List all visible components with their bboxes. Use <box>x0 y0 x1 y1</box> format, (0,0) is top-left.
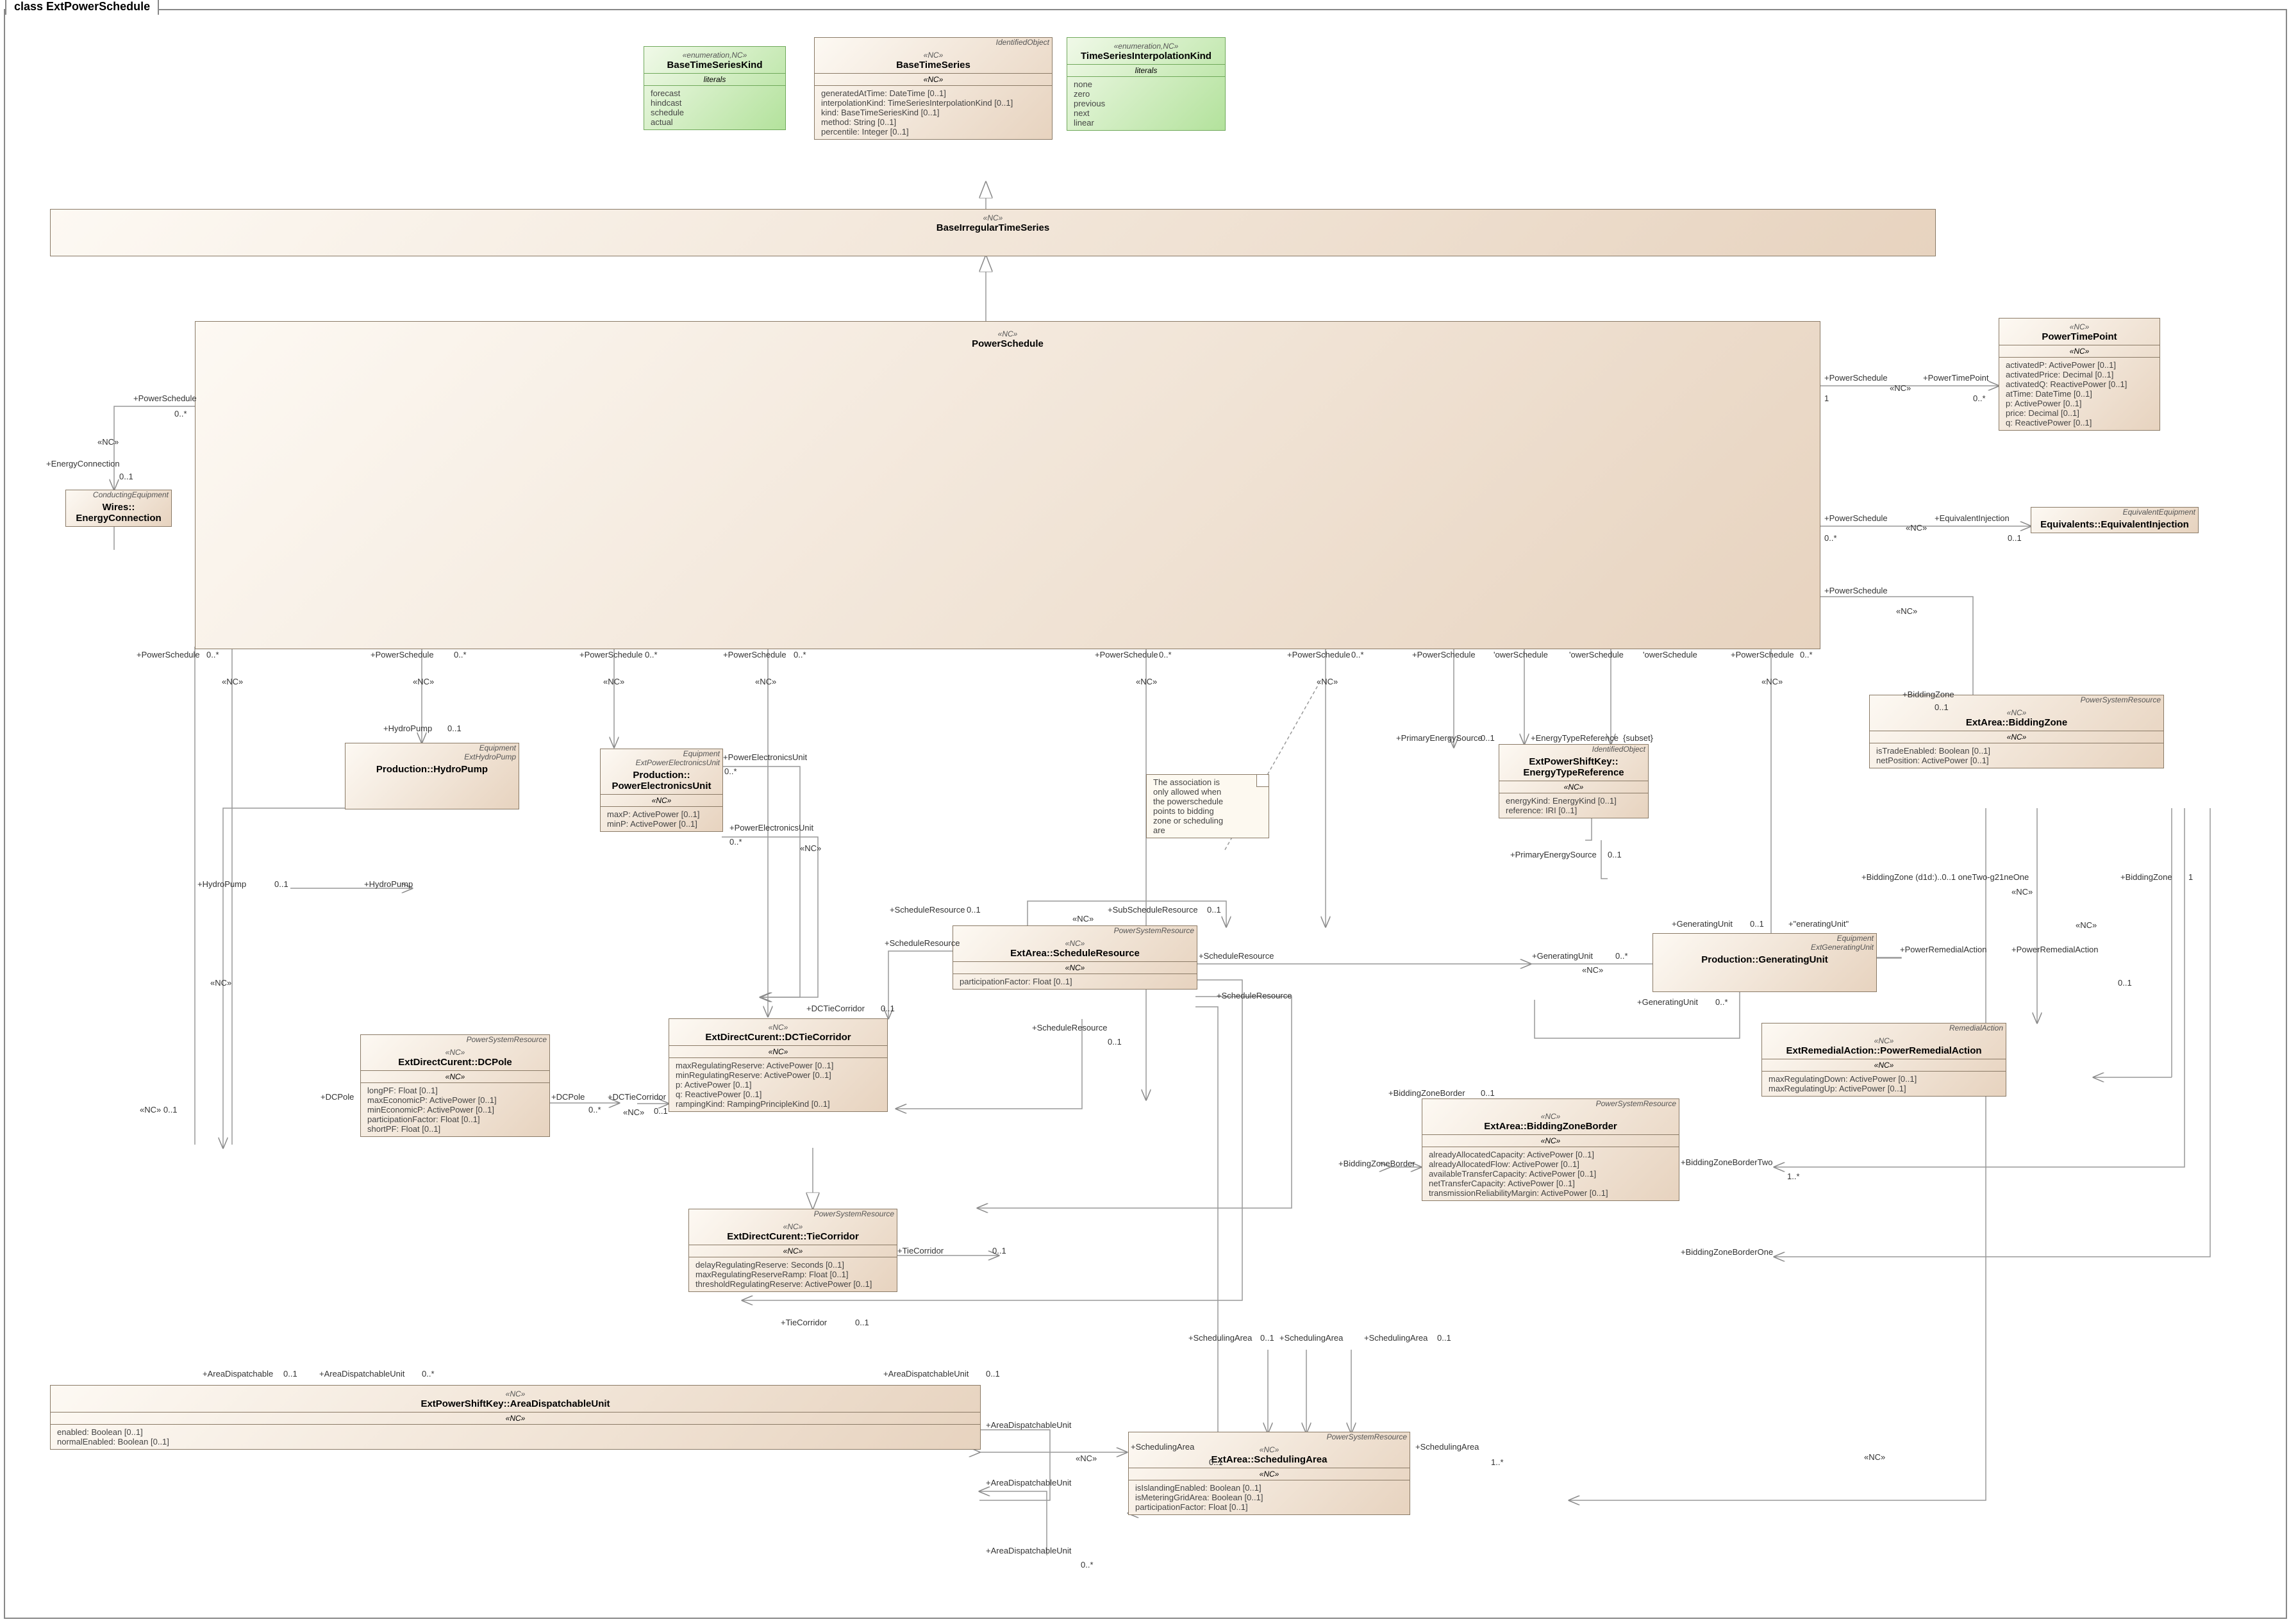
class-areadispatchableunit: «NC»ExtPowerShiftKey::AreaDispatchableUn… <box>50 1385 981 1450</box>
class-name: ExtArea::ScheduleResource <box>1010 948 1140 959</box>
note: The association isonly allowed whenthe p… <box>1146 774 1269 838</box>
class-energytypereference: IdentifiedObject ExtPowerShiftKey:: Ener… <box>1499 744 1649 818</box>
section-literals: literals <box>644 74 785 86</box>
class-powertimepoint: «NC»PowerTimePoint «NC» activatedP: Acti… <box>1999 318 2160 431</box>
class-name: Wires:: EnergyConnection <box>76 502 161 524</box>
class-tsinterpolationkind: «enumeration,NC»TimeSeriesInterpolationK… <box>1067 37 1226 131</box>
superclass: ConductingEquipment <box>66 490 171 499</box>
class-name: ExtDirectCurent::DCPole <box>398 1057 512 1068</box>
class-name: PowerSchedule <box>972 338 1044 349</box>
class-dcpole: PowerSystemResource «NC»ExtDirectCurent:… <box>360 1034 550 1137</box>
stereotype: «enumeration,NC» <box>683 51 747 60</box>
class-name: TimeSeriesInterpolationKind <box>1081 51 1211 62</box>
diagram-canvas: class ExtPowerSchedule <box>0 0 2289 1624</box>
class-tiecorridor: PowerSystemResource «NC»ExtDirectCurent:… <box>688 1209 897 1292</box>
class-name: ExtDirectCurent::DCTieCorridor <box>705 1032 851 1043</box>
class-powerschedule: «NC»PowerSchedule <box>195 321 1820 649</box>
class-name: ExtPowerShiftKey::AreaDispatchableUnit <box>420 1398 610 1409</box>
class-dctiecorridor: «NC»ExtDirectCurent::DCTieCorridor «NC» … <box>669 1018 888 1112</box>
class-name: PowerTimePoint <box>2042 331 2117 342</box>
class-basetimeserieskind: «enumeration,NC»BaseTimeSeriesKind liter… <box>644 46 786 130</box>
class-hydropump: EquipmentExtHydroPump Production::HydroP… <box>345 743 519 809</box>
class-name: Production::GeneratingUnit <box>1701 954 1828 965</box>
role: +PowerSchedule <box>133 394 197 403</box>
stereotype: «enumeration,NC» <box>1114 42 1179 51</box>
class-biddingzone: PowerSystemResource «NC»ExtArea::Bidding… <box>1869 695 2164 768</box>
class-equivalentinjection: EquivalentEquipment Equivalents::Equival… <box>2031 507 2199 533</box>
class-name: BaseIrregularTimeSeries <box>936 222 1050 233</box>
literals: nonezeropreviousnextlinear <box>1067 77 1225 130</box>
class-name: ExtArea::SchedulingArea <box>1211 1454 1328 1465</box>
class-name: Equivalents::EquivalentInjection <box>2040 519 2189 530</box>
diagram-frame: class ExtPowerSchedule <box>4 9 2287 1619</box>
class-name: ExtArea::BiddingZone <box>1966 717 2067 728</box>
literals: forecasthindcastscheduleactual <box>644 86 785 129</box>
stereotype: «NC» <box>924 51 944 60</box>
class-name: ExtPowerShiftKey:: EnergyTypeReference <box>1523 756 1624 778</box>
class-baseirregulartimeseries: «NC»BaseIrregularTimeSeries <box>50 209 1936 256</box>
class-name: Production:: PowerElectronicsUnit <box>612 770 711 791</box>
class-name: ExtRemedialAction::PowerRemedialAction <box>1786 1045 1981 1056</box>
class-biddingzoneborder: PowerSystemResource «NC»ExtArea::Bidding… <box>1422 1098 1679 1201</box>
section-literals: literals <box>1067 65 1225 77</box>
role: +EnergyConnection <box>46 459 120 468</box>
attrs: generatedAtTime: DateTime [0..1]interpol… <box>815 86 1052 139</box>
class-powerremedialaction: RemedialAction «NC»ExtRemedialAction::Po… <box>1761 1023 2006 1097</box>
class-basetimeseries: IdentifiedObject «NC»BaseTimeSeries «NC»… <box>814 37 1053 140</box>
class-scheduleresource: PowerSystemResource «NC»ExtArea::Schedul… <box>953 925 1197 990</box>
class-generatingunit: EquipmentExtGeneratingUnit Production::G… <box>1652 933 1877 992</box>
class-energyconnection: ConductingEquipment Wires:: EnergyConnec… <box>65 490 172 527</box>
class-name: ExtDirectCurent::TieCorridor <box>727 1231 859 1242</box>
class-powerelectronicsunit: EquipmentExtPowerElectronicsUnit Product… <box>600 749 723 832</box>
class-name: ExtArea::BiddingZoneBorder <box>1484 1121 1617 1132</box>
class-name: BaseTimeSeries <box>896 60 970 70</box>
class-name: BaseTimeSeriesKind <box>667 60 763 70</box>
superclass: IdentifiedObject <box>815 38 1052 47</box>
class-name: Production::HydroPump <box>376 764 488 775</box>
